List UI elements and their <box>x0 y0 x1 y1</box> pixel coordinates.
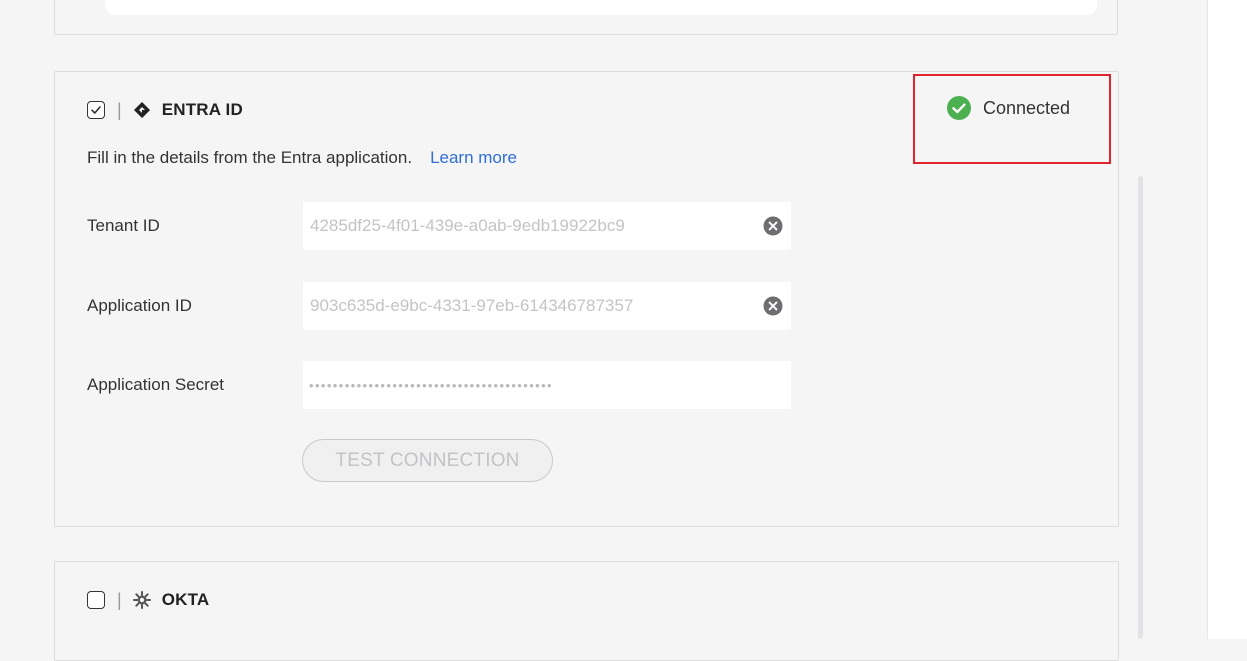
scrollbar[interactable] <box>1138 176 1143 639</box>
application-secret-row: Application Secret •••••••••••••••••••••… <box>87 361 807 409</box>
right-panel-edge <box>1207 0 1247 639</box>
entra-id-header: | ENTRA ID <box>87 98 243 122</box>
check-icon <box>91 106 101 114</box>
previous-card-content <box>105 0 1097 15</box>
learn-more-link[interactable]: Learn more <box>430 148 517 167</box>
clear-x-circle-icon[interactable] <box>763 296 783 316</box>
application-id-input[interactable] <box>303 282 791 330</box>
entra-id-card: | ENTRA ID Connected Fill in the details… <box>54 71 1119 527</box>
application-secret-input[interactable]: ••••••••••••••••••••••••••••••••••••••••… <box>303 361 791 409</box>
status-text: Connected <box>983 97 1071 118</box>
entra-id-checkbox[interactable] <box>87 101 105 119</box>
tenant-id-row: Tenant ID <box>87 202 807 250</box>
check-circle-icon <box>947 96 971 120</box>
entra-id-title: ENTRA ID <box>161 100 243 119</box>
entra-description: Fill in the details from the Entra appli… <box>87 148 517 168</box>
previous-card <box>54 0 1118 35</box>
okta-checkbox[interactable] <box>87 591 105 609</box>
entra-diamond-icon <box>132 100 152 120</box>
application-id-label: Application ID <box>87 296 192 315</box>
tenant-id-input[interactable] <box>303 202 791 250</box>
tenant-id-label: Tenant ID <box>87 216 160 235</box>
page: | ENTRA ID Connected Fill in the details… <box>0 0 1247 661</box>
okta-header: | OKTA <box>87 588 209 612</box>
test-connection-button[interactable]: TEST CONNECTION <box>302 439 553 482</box>
application-secret-label: Application Secret <box>87 375 225 394</box>
header-separator: | <box>117 589 122 610</box>
clear-x-circle-icon[interactable] <box>763 216 783 236</box>
connection-status: Connected <box>947 96 1070 120</box>
header-separator: | <box>117 99 122 120</box>
description-text: Fill in the details from the Entra appli… <box>87 148 413 167</box>
okta-card: | OKTA <box>54 561 1119 661</box>
okta-sunburst-icon <box>132 590 152 610</box>
application-id-row: Application ID <box>87 282 807 330</box>
okta-title: OKTA <box>161 590 210 609</box>
